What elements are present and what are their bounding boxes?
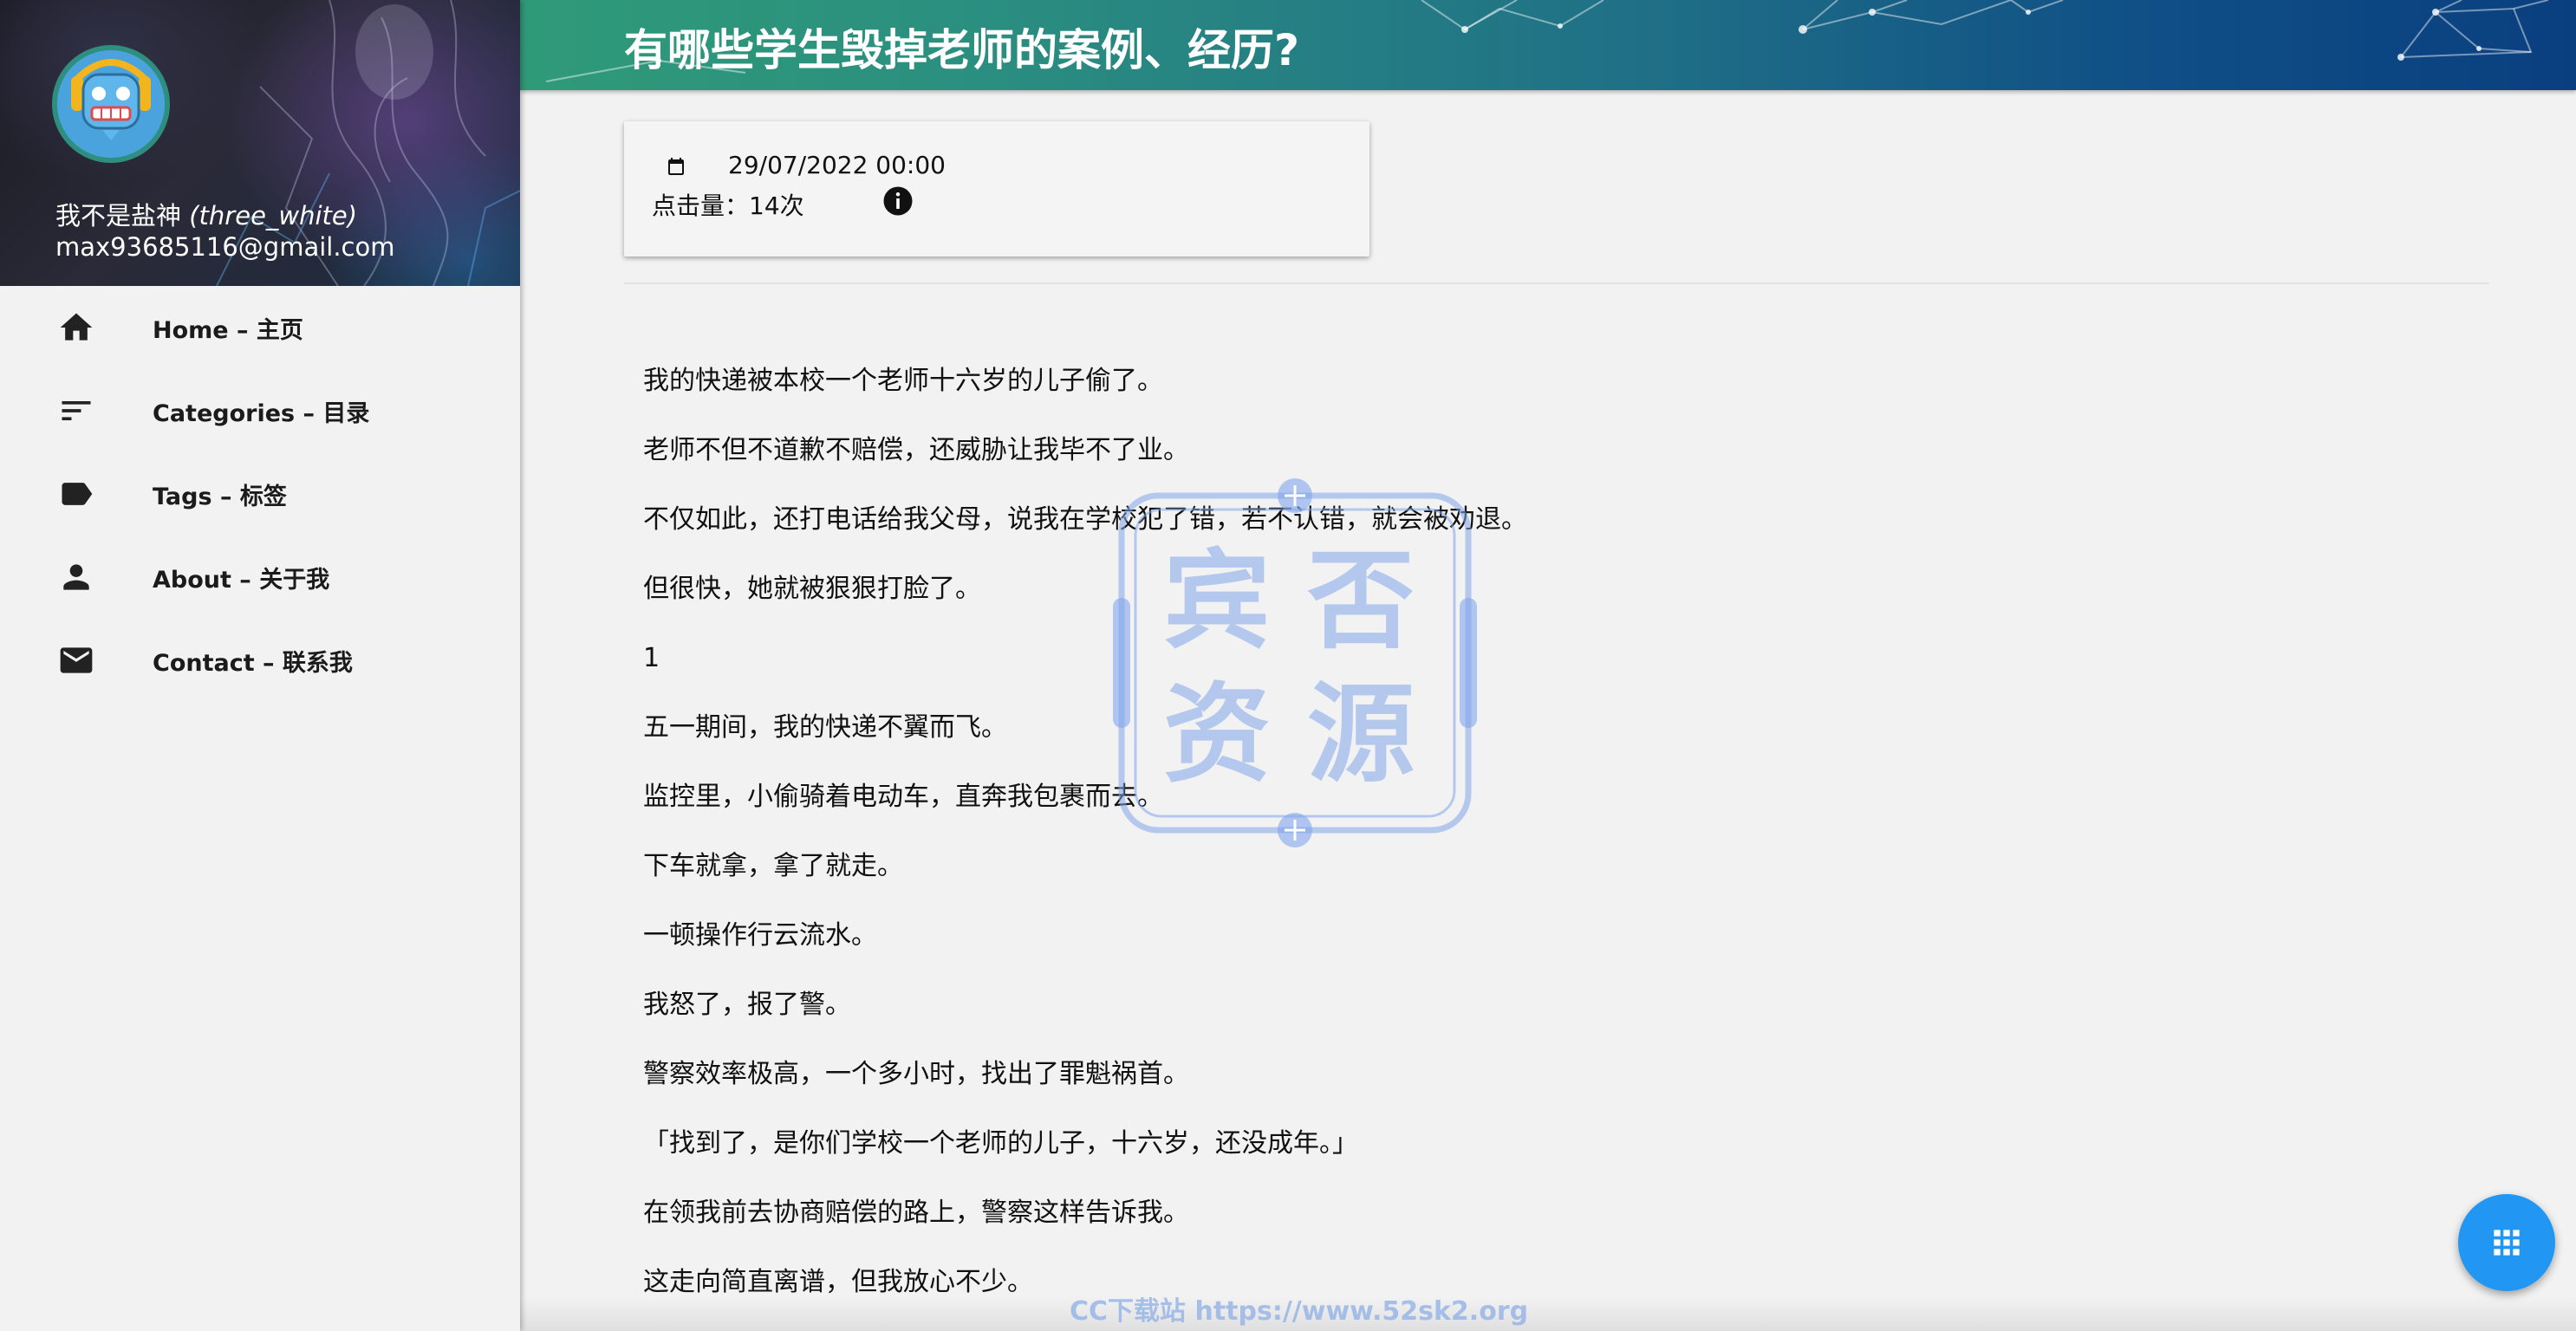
info-icon[interactable] bbox=[882, 185, 914, 217]
post-date: 29/07/2022 00:00 bbox=[728, 151, 946, 179]
home-icon bbox=[55, 307, 97, 348]
profile-display-name: 我不是盐神 bbox=[55, 201, 182, 230]
profile-header: 我不是盐神 (three_white) max93685116@gmail.co… bbox=[0, 0, 520, 286]
robot-avatar-icon bbox=[57, 50, 165, 158]
view-count: 点击量：14次 bbox=[652, 192, 804, 220]
article-paragraph: 在领我前去协商赔偿的路上，警察这样告诉我。 bbox=[643, 1198, 1189, 1228]
article-paragraph: 警察效率极高，一个多小时，找出了罪魁祸首。 bbox=[643, 1059, 1189, 1089]
article-paragraph: 「找到了，是你们学校一个老师的儿子，十六岁，还没成年。」 bbox=[643, 1128, 1358, 1159]
apps-grid-icon bbox=[2494, 1230, 2520, 1256]
sidebar-item-tags[interactable]: Tags – 标签 bbox=[0, 452, 520, 536]
article-paragraph: 监控里，小偷骑着电动车，直奔我包裹而去。 bbox=[643, 782, 1163, 812]
sidebar-item-home[interactable]: Home – 主页 bbox=[0, 286, 520, 369]
article-paragraph: 五一期间，我的快递不翼而飞。 bbox=[643, 712, 1007, 743]
article-paragraph: 这走向简直离谱，但我放心不少。 bbox=[643, 1267, 1033, 1297]
sidebar-item-contact[interactable]: Contact – 联系我 bbox=[0, 619, 520, 702]
sidebar-item-about[interactable]: About – 关于我 bbox=[0, 536, 520, 619]
profile-handle: (three_white) bbox=[189, 201, 358, 230]
sidebar-item-label: Tags – 标签 bbox=[153, 483, 287, 510]
sidebar-nav: Home – 主页 Categories – 目录 Tags – 标签 Abou… bbox=[0, 286, 520, 702]
article-paragraph: 我的快递被本校一个老师十六岁的儿子偷了。 bbox=[643, 366, 1163, 396]
sort-icon bbox=[55, 390, 97, 432]
label-icon bbox=[55, 473, 97, 515]
article-paragraph: 一顿操作行云流水。 bbox=[643, 920, 877, 951]
article-paragraph: 下车就拿，拿了就走。 bbox=[643, 851, 903, 881]
apps-menu-button[interactable] bbox=[2458, 1194, 2555, 1291]
post-meta-card: 29/07/2022 00:00 点击量：14次 bbox=[624, 121, 1369, 256]
article-paragraph: 我怒了，报了警。 bbox=[643, 990, 851, 1020]
page-title: 有哪些学生毁掉老师的案例、经历? bbox=[624, 25, 1300, 75]
app-window: 我不是盐神 (three_white) max93685116@gmail.co… bbox=[0, 0, 2576, 1331]
profile-name: 我不是盐神 (three_white) bbox=[55, 196, 357, 232]
sidebar-item-label: Contact – 联系我 bbox=[153, 649, 353, 677]
sidebar-item-categories[interactable]: Categories – 目录 bbox=[0, 369, 520, 452]
mail-icon bbox=[55, 640, 97, 681]
article-paragraph: 不仅如此，还打电话给我父母，说我在学校犯了错，若不认错，就会被劝退。 bbox=[643, 504, 1527, 535]
content-divider bbox=[624, 282, 2489, 284]
article-paragraph: 老师不但不道歉不赔偿，还威胁让我毕不了业。 bbox=[643, 435, 1189, 465]
header-banner: 有哪些学生毁掉老师的案例、经历? bbox=[520, 0, 2576, 90]
sidebar-item-label: About – 关于我 bbox=[153, 566, 330, 594]
profile-email[interactable]: max93685116@gmail.com bbox=[55, 232, 395, 262]
calendar-icon bbox=[668, 158, 684, 175]
person-icon bbox=[55, 556, 97, 598]
article-paragraph: 1 bbox=[643, 643, 660, 673]
sidebar-item-label: Home – 主页 bbox=[153, 316, 303, 344]
article-paragraph: 但很快，她就被狠狠打脸了。 bbox=[643, 574, 981, 604]
avatar[interactable] bbox=[52, 45, 170, 163]
sidebar-item-label: Categories – 目录 bbox=[153, 399, 370, 427]
article-body: 我的快递被本校一个老师十六岁的儿子偷了。 老师不但不道歉不赔偿，还威胁让我毕不了… bbox=[643, 364, 2463, 1331]
sidebar: 我不是盐神 (three_white) max93685116@gmail.co… bbox=[0, 0, 520, 1331]
